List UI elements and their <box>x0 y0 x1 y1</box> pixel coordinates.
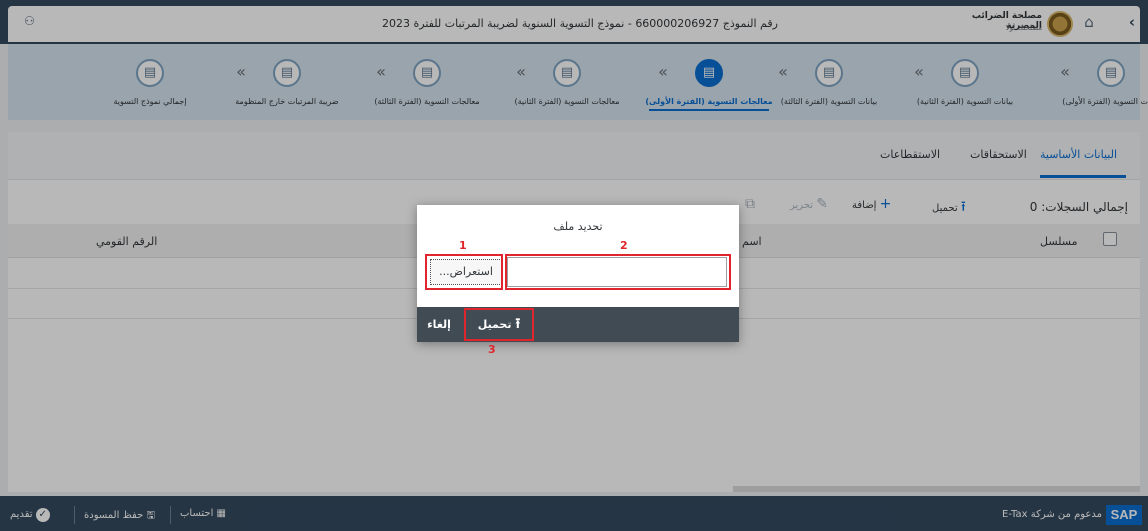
callout-number-3: 3 <box>488 343 496 356</box>
callout-box-3 <box>464 308 534 341</box>
callout-number-2: 2 <box>620 239 628 252</box>
callout-box-2 <box>505 254 731 290</box>
dialog-title: تحديد ملف <box>553 220 603 233</box>
callout-number-1: 1 <box>459 239 467 252</box>
dialog-cancel-button[interactable]: إلغاء <box>424 311 454 338</box>
callout-box-1 <box>425 254 503 290</box>
